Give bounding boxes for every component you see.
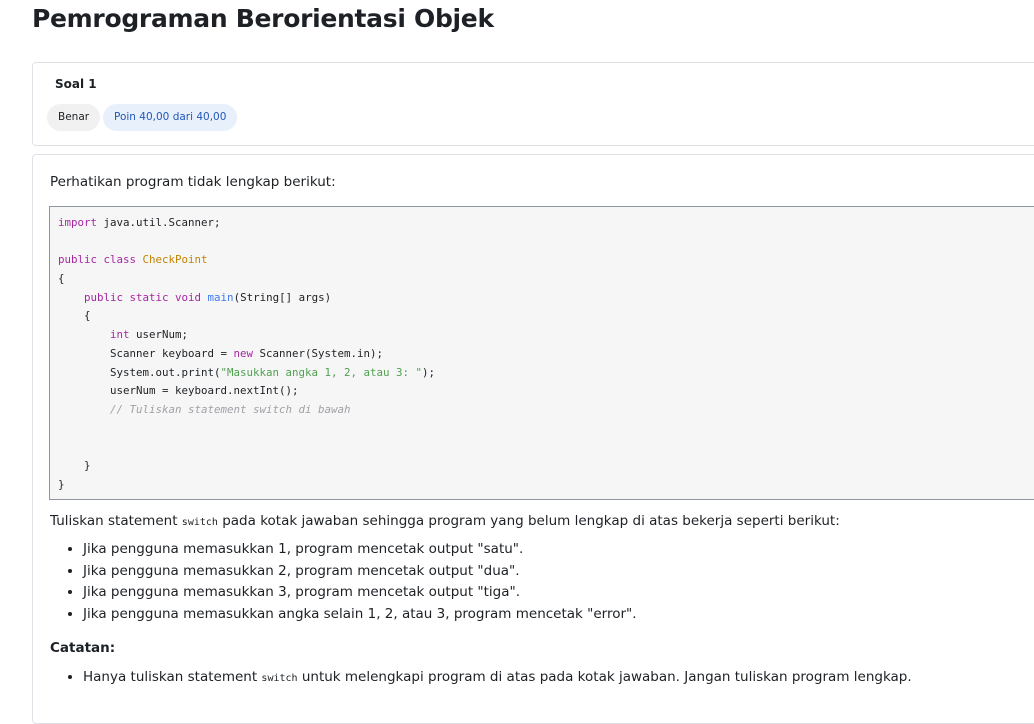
requirements-list: Jika pengguna memasukkan 1, program menc… [50,539,637,625]
note-heading: Catatan: [50,640,116,656]
list-item: Jika pengguna memasukkan 2, program menc… [83,561,637,583]
question-number: Soal 1 [55,77,97,91]
code-line: } [58,477,65,491]
list-item: Jika pengguna memasukkan 3, program menc… [83,582,637,604]
code-line: public static void main(String[] args) [84,290,332,304]
code-block: import java.util.Scanner; public class C… [49,206,1034,500]
inline-code: switch [261,673,298,684]
code-line: int userNum; [110,328,189,342]
code-line: // Tuliskan statement switch di bawah [110,402,351,416]
list-item: Jika pengguna memasukkan angka selain 1,… [83,604,637,626]
question-info-card: Soal 1 Benar Poin 40,00 dari 40,00 [32,62,1034,146]
code-line: } [58,458,91,472]
question-content: Perhatikan program tidak lengkap berikut… [32,154,1034,724]
code-line: System.out.print("Masukkan angka 1, 2, a… [58,365,436,379]
page-title: Pemrograman Berorientasi Objek [32,4,494,33]
code-line: import java.util.Scanner; [58,216,221,229]
inline-code: switch [181,517,218,528]
code-line: { [58,272,65,286]
code-line: public class CheckPoint [58,253,208,267]
question-instruction: Tuliskan statement switch pada kotak jaw… [50,513,840,529]
code-line: { [58,309,91,323]
code-line: Scanner keyboard = new Scanner(System.in… [58,346,384,360]
code-line: userNum = keyboard.nextInt(); [58,384,299,398]
points-badge: Poin 40,00 dari 40,00 [103,104,238,131]
question-intro: Perhatikan program tidak lengkap berikut… [50,174,336,190]
list-item: Jika pengguna memasukkan 1, program menc… [83,539,637,561]
notes-list: Hanya tuliskan statement switch untuk me… [50,667,912,690]
list-item: Hanya tuliskan statement switch untuk me… [83,667,912,690]
status-badge: Benar [47,104,101,131]
